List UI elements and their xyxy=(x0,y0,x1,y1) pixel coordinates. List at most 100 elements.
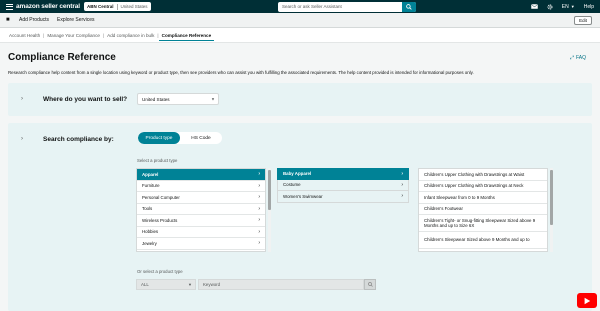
breadcrumb-account-health[interactable]: Account Health xyxy=(6,33,43,38)
logo-area[interactable]: amazon seller central xyxy=(6,3,80,10)
chevron-right-icon[interactable]: › xyxy=(21,96,23,102)
gear-icon[interactable] xyxy=(547,4,553,10)
nav-add-products[interactable]: Add Products xyxy=(19,17,49,23)
search-button[interactable] xyxy=(402,1,416,12)
chevron-right-icon: › xyxy=(258,182,260,189)
toggle-hs-code[interactable]: HS Code xyxy=(180,132,222,144)
nav-explore-services[interactable]: Explore Services xyxy=(57,17,95,23)
list-item-label: Infant Sleepwear from 0 to 9 Months xyxy=(424,194,495,200)
chevron-right-icon: › xyxy=(401,181,403,188)
chevron-right-icon: › xyxy=(258,217,260,224)
list-item-label: Women's Swimwear xyxy=(283,193,323,199)
bookmark-icon[interactable]: ■ xyxy=(6,17,13,23)
product-category-list: Apparel › Furniture › Personal Computer › T… xyxy=(136,168,266,252)
chevron-right-icon: › xyxy=(258,240,260,247)
logo[interactable]: amazon seller central xyxy=(16,3,80,10)
search-input[interactable]: Search or ask Seller Assistant xyxy=(278,4,402,9)
list-item-label: Tools xyxy=(142,206,153,212)
list-item[interactable]: Infant Sleepwear from 0 to 9 Months xyxy=(419,192,547,204)
list-item[interactable]: Wireless Products › xyxy=(137,215,265,227)
product-subcategory-list: Baby Apparel › Costume › Women's Swimwear › xyxy=(277,168,409,252)
list-item[interactable]: Personal Computer › xyxy=(137,192,265,204)
link-icon: ⤢ xyxy=(569,55,574,61)
marketplace-select-value: United States xyxy=(142,96,170,102)
marketplace-name: United States xyxy=(120,4,148,9)
breadcrumb: Account Health | Manage Your Compliance … xyxy=(0,28,600,43)
breadcrumb-add-compliance-bulk[interactable]: Add compliance in bulk xyxy=(104,33,157,38)
chevron-right-icon: › xyxy=(258,194,260,201)
list-item[interactable]: Hobbies › xyxy=(137,227,265,238)
breadcrumb-compliance-reference[interactable]: Compliance Reference xyxy=(158,33,215,41)
search-mode-toggle[interactable]: Product type HS Code xyxy=(138,132,222,144)
play-icon xyxy=(584,297,591,304)
edit-button[interactable]: Edit xyxy=(574,16,592,25)
list-item[interactable]: Jewelry › xyxy=(137,238,265,250)
language-selector[interactable]: EN ▼ xyxy=(562,4,575,10)
chevron-right-icon: › xyxy=(258,171,260,178)
scrollbar[interactable] xyxy=(550,168,553,252)
list-item[interactable]: Tools › xyxy=(137,204,265,215)
list-item[interactable]: Children's Tight- or Snug-fitting Sleepw… xyxy=(419,215,547,232)
faq-label: FAQ xyxy=(575,55,586,61)
top-right-actions: EN ▼ Help xyxy=(530,0,594,13)
language-code: EN xyxy=(561,3,569,10)
search-compliance-label: Search compliance by: xyxy=(43,136,114,143)
breadcrumb-manage-compliance[interactable]: Manage Your Compliance xyxy=(44,33,103,38)
list-item[interactable]: Women's Swimwear › xyxy=(277,191,409,203)
chevron-right-icon: › xyxy=(401,193,403,200)
play-button-icon[interactable] xyxy=(577,293,597,308)
toggle-product-type[interactable]: Product type xyxy=(138,132,180,144)
page-description: Research compliance help content from a … xyxy=(8,70,474,75)
list-item-label: Children's Footwear xyxy=(424,206,463,212)
account-name: ABN Central xyxy=(87,4,114,9)
chevron-right-icon[interactable]: › xyxy=(21,136,23,142)
help-link[interactable]: Help xyxy=(584,4,594,10)
list-item[interactable]: Children's Sleepwear Sized above 9 Month… xyxy=(419,232,547,249)
list-item[interactable]: Apparel › xyxy=(137,169,265,181)
sell-location-label: Where do you want to sell? xyxy=(43,96,128,103)
list-item-label: Children's Upper Clothing with Drawstrin… xyxy=(424,171,525,177)
list-item-label: Apparel xyxy=(142,171,159,177)
marketplace-select[interactable]: United States ▼ xyxy=(137,93,219,105)
scrollbar-thumb[interactable] xyxy=(268,170,271,210)
chevron-down-icon: ▼ xyxy=(188,282,192,287)
page-title: Compliance Reference xyxy=(8,52,116,63)
search-icon xyxy=(406,3,412,10)
chevron-down-icon: ▼ xyxy=(211,96,215,102)
or-select-product-type-label: Or select a product type xyxy=(137,269,183,274)
scrollbar[interactable] xyxy=(268,168,271,252)
divider xyxy=(116,3,118,10)
list-item-label: Personal Computer xyxy=(142,194,180,200)
select-product-type-label: Select a product type xyxy=(137,158,178,163)
list-item-label: Children's Upper Clothing with Drawstrin… xyxy=(424,183,524,189)
list-item-label: Baby Apparel xyxy=(283,171,312,177)
top-nav-bar: amazon seller central ABN Central United… xyxy=(0,0,600,13)
faq-link[interactable]: ⤢ FAQ xyxy=(570,55,586,61)
list-item-label: Children's Tight- or Snug-fitting Sleepw… xyxy=(424,217,536,229)
scrollbar-thumb[interactable] xyxy=(550,170,553,225)
product-type-list: Children's Upper Clothing with Drawstrin… xyxy=(418,168,548,252)
secondary-nav: ■ Add Products Explore Services Edit xyxy=(0,13,600,28)
list-item[interactable]: Furniture › xyxy=(137,181,265,192)
list-item[interactable]: Costume › xyxy=(277,179,409,191)
mail-icon[interactable] xyxy=(530,4,538,9)
list-item-label: Hobbies xyxy=(142,229,159,235)
list-item[interactable]: Baby Apparel › xyxy=(277,168,409,180)
search-icon xyxy=(367,282,373,287)
store-switcher[interactable]: ABN Central United States xyxy=(84,2,151,11)
keyword-input[interactable]: Keyword xyxy=(198,279,364,290)
search-box[interactable]: Search or ask Seller Assistant xyxy=(278,1,416,12)
list-item-label: Costume xyxy=(283,182,301,188)
keyword-placeholder: Keyword xyxy=(203,282,221,287)
list-item[interactable]: Children's Upper Clothing with Drawstrin… xyxy=(419,169,547,181)
list-item[interactable]: Children's Upper Clothing with Drawstrin… xyxy=(419,181,547,192)
list-item-label: Jewelry xyxy=(142,240,157,246)
filter-select[interactable]: ALL ▼ xyxy=(136,279,196,290)
list-item[interactable]: Children's Footwear xyxy=(419,204,547,215)
chevron-right-icon: › xyxy=(401,170,403,177)
chevron-right-icon: › xyxy=(258,228,260,235)
list-item-label: Children's Sleepwear Sized above 9 Month… xyxy=(424,237,530,243)
hamburger-menu-icon[interactable] xyxy=(6,3,13,10)
keyword-search-button[interactable] xyxy=(364,279,376,290)
chevron-right-icon: › xyxy=(258,205,260,212)
